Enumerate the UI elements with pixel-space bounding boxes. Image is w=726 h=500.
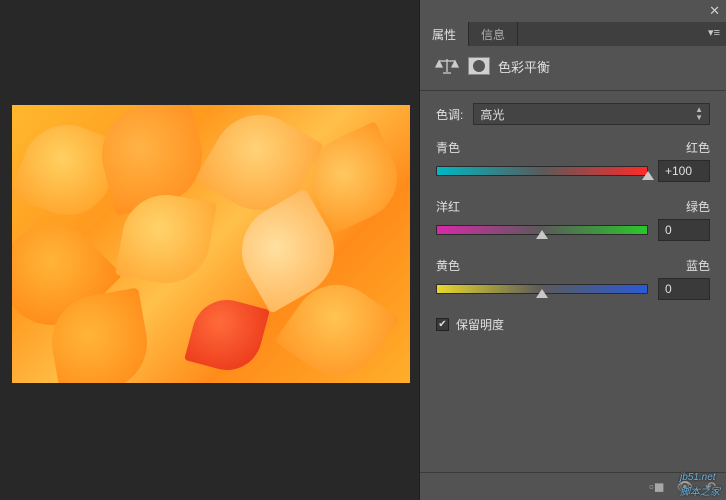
- slider-yb-track[interactable]: [436, 281, 648, 297]
- slider-yb-value[interactable]: 0: [658, 278, 710, 300]
- label-cyan: 青色: [436, 139, 460, 156]
- slider-mg-handle[interactable]: [536, 230, 548, 239]
- tone-label: 色调:: [436, 106, 463, 123]
- tone-select[interactable]: 高光 ▲▼: [473, 103, 710, 125]
- adjustment-title: 色彩平衡: [498, 57, 550, 76]
- canvas-preview: [12, 105, 410, 383]
- slider-cyan-red: 青色 红色 +100: [436, 139, 710, 182]
- label-blue: 蓝色: [686, 257, 710, 274]
- panel-menu-icon[interactable]: ▾≡: [708, 26, 720, 39]
- slider-cr-value[interactable]: +100: [658, 160, 710, 182]
- preserve-luminosity-label: 保留明度: [456, 316, 504, 333]
- clip-to-layer-icon[interactable]: ▫◼: [649, 479, 664, 495]
- label-red: 红色: [686, 139, 710, 156]
- chevron-updown-icon: ▲▼: [695, 106, 703, 122]
- balance-scale-icon: [434, 56, 460, 76]
- label-yellow: 黄色: [436, 257, 460, 274]
- tab-properties[interactable]: 属性: [420, 22, 469, 46]
- close-icon[interactable]: ✕: [709, 3, 720, 19]
- label-green: 绿色: [686, 198, 710, 215]
- tone-value: 高光: [480, 106, 504, 123]
- preserve-luminosity-checkbox[interactable]: ✔: [436, 318, 449, 331]
- adjustment-header: 色彩平衡: [420, 46, 726, 91]
- slider-mg-value[interactable]: 0: [658, 219, 710, 241]
- slider-yb-handle[interactable]: [536, 289, 548, 298]
- watermark: jb51.net 脚本之家: [680, 472, 720, 498]
- tab-bar: 属性 信息 ▾≡: [420, 22, 726, 46]
- tab-info[interactable]: 信息: [469, 22, 518, 46]
- slider-mg-track[interactable]: [436, 222, 648, 238]
- slider-magenta-green: 洋红 绿色 0: [436, 198, 710, 241]
- properties-panel: ✕ 属性 信息 ▾≡ 色彩平衡 色调: 高光 ▲▼ 青色 红色: [419, 0, 726, 500]
- checkmark-icon: ✔: [438, 320, 446, 330]
- slider-cr-handle[interactable]: [642, 171, 654, 180]
- slider-cr-track[interactable]: [436, 163, 648, 179]
- slider-yellow-blue: 黄色 蓝色 0: [436, 257, 710, 300]
- image-leaves: [12, 105, 410, 383]
- layer-mask-icon[interactable]: [468, 57, 490, 75]
- label-magenta: 洋红: [436, 198, 460, 215]
